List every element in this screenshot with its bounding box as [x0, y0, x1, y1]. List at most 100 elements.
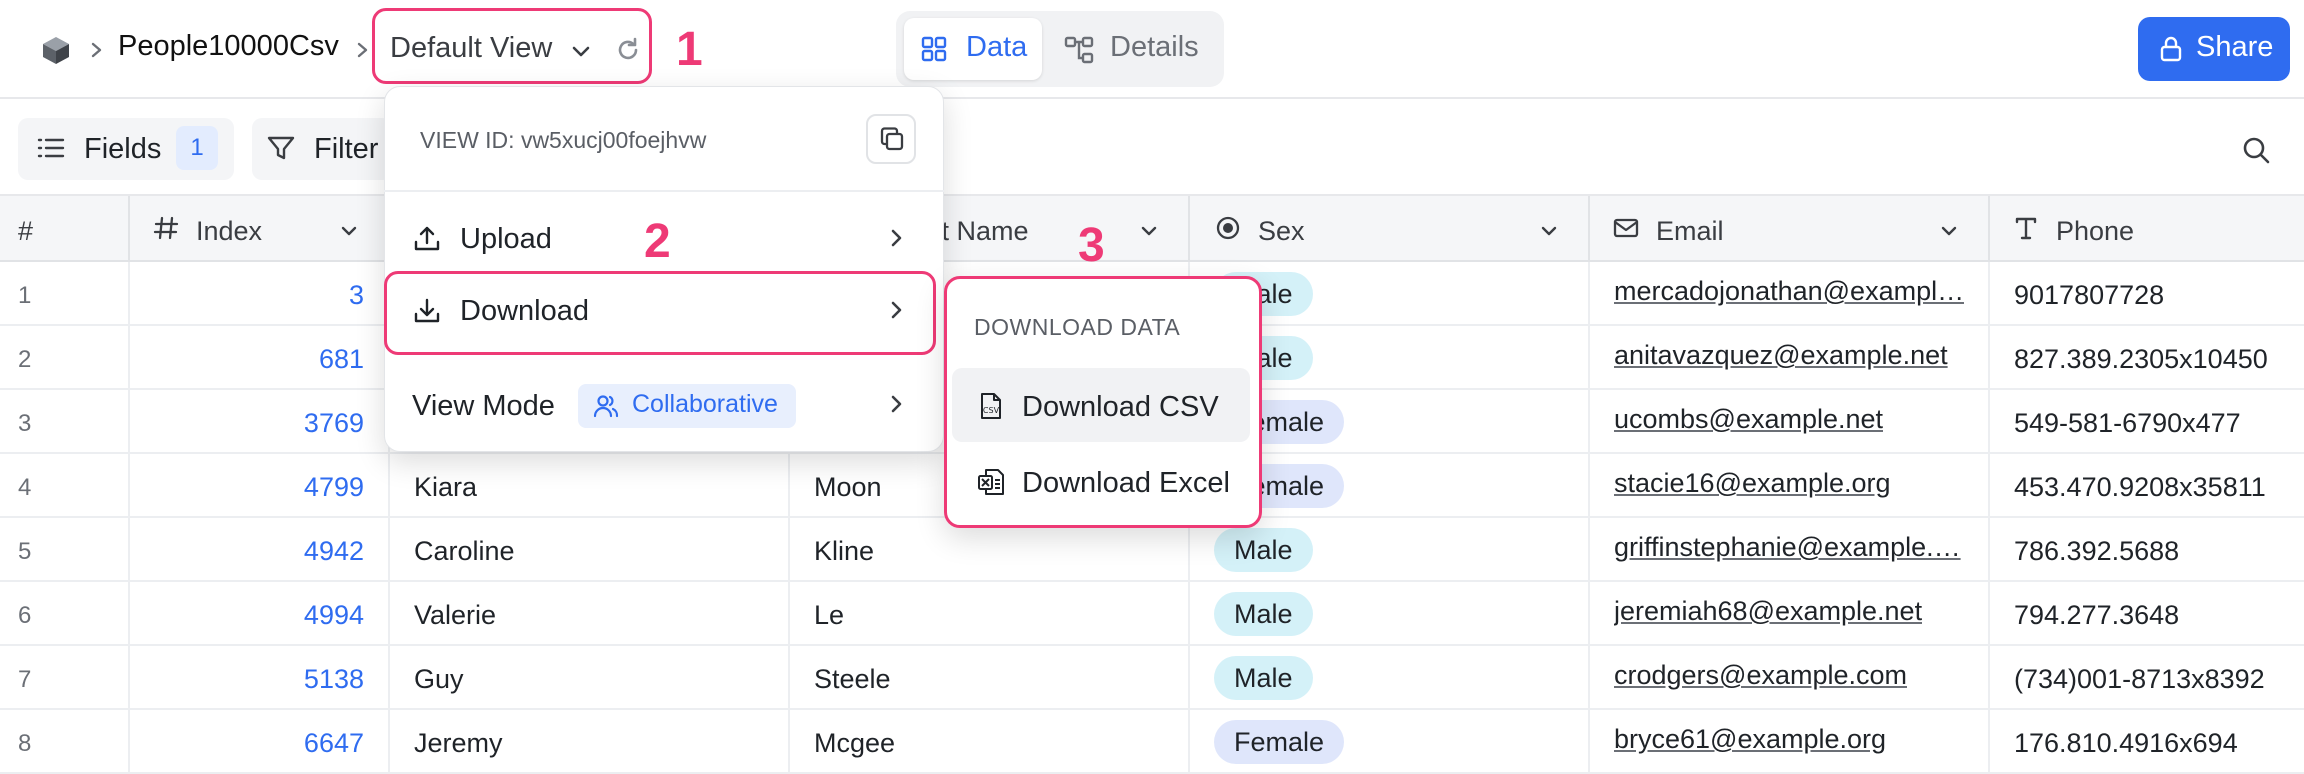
- phone-cell[interactable]: 794.277.3648: [2014, 600, 2179, 631]
- row-number-cell[interactable]: 6: [18, 602, 31, 630]
- index-cell[interactable]: 3769: [214, 408, 364, 439]
- download-csv-item[interactable]: Download CSV: [1022, 391, 1219, 424]
- first-name-cell[interactable]: Guy: [414, 664, 464, 695]
- tab-details-label[interactable]: Details: [1110, 31, 1199, 64]
- index-cell[interactable]: 681: [214, 344, 364, 375]
- column-header-email-label[interactable]: Email: [1656, 216, 1724, 247]
- upload-icon: [412, 224, 442, 254]
- index-cell[interactable]: 4942: [214, 536, 364, 567]
- copy-icon[interactable]: [877, 124, 907, 154]
- search-icon[interactable]: [2240, 134, 2272, 166]
- first-name-cell[interactable]: Kiara: [414, 472, 477, 503]
- email-cell[interactable]: mercadojonathan@exampl…: [1614, 276, 1964, 307]
- first-name-cell[interactable]: Caroline: [414, 536, 515, 567]
- row-number-cell[interactable]: 4: [18, 474, 31, 502]
- menu-divider: [384, 190, 944, 192]
- chevron-right-icon[interactable]: [884, 298, 908, 322]
- step-marker-3: 3: [1078, 219, 1105, 272]
- chevron-down-icon[interactable]: [338, 220, 360, 242]
- email-cell[interactable]: griffinstephanie@example.…: [1614, 532, 1961, 563]
- menu-item-upload[interactable]: Upload: [460, 223, 552, 256]
- download-excel-item[interactable]: Download Excel: [1022, 467, 1230, 500]
- first-name-cell[interactable]: Valerie: [414, 600, 496, 631]
- first-name-cell[interactable]: Jeremy: [414, 728, 503, 759]
- column-header-sex[interactable]: [1190, 196, 1590, 262]
- refresh-icon[interactable]: [614, 36, 642, 64]
- hash-icon: [152, 214, 180, 242]
- email-cell[interactable]: bryce61@example.org: [1614, 724, 1886, 755]
- download-submenu-title: DOWNLOAD DATA: [974, 314, 1181, 340]
- phone-cell[interactable]: 9017807728: [2014, 280, 2164, 311]
- phone-cell[interactable]: (734)001-8713x8392: [2014, 664, 2265, 695]
- column-header-index-label[interactable]: Index: [196, 216, 262, 247]
- index-cell[interactable]: 4994: [214, 600, 364, 631]
- excel-file-icon: [976, 467, 1006, 497]
- sex-badge[interactable]: Male: [1214, 656, 1313, 700]
- view-selector-label[interactable]: Default View: [390, 32, 552, 65]
- email-cell[interactable]: anitavazquez@example.net: [1614, 340, 1948, 371]
- email-cell[interactable]: ucombs@example.net: [1614, 404, 1883, 435]
- column-divider: [1988, 262, 1990, 774]
- chevron-down-icon[interactable]: [1138, 220, 1160, 242]
- column-header-phone-label[interactable]: Phone: [2056, 216, 2134, 247]
- column-header-number-label: #: [18, 216, 34, 246]
- csv-file-icon: CSV: [976, 391, 1006, 421]
- base-logo-icon[interactable]: [40, 34, 72, 66]
- mail-icon: [1612, 214, 1640, 242]
- last-name-cell[interactable]: Steele: [814, 664, 891, 695]
- step-marker-1: 1: [676, 23, 703, 76]
- filter-icon: [266, 134, 296, 162]
- email-cell[interactable]: stacie16@example.org: [1614, 468, 1891, 499]
- view-id-label: VIEW ID: vw5xucj00foejhvw: [420, 127, 707, 153]
- phone-cell[interactable]: 827.389.2305x10450: [2014, 344, 2268, 375]
- row-number-cell[interactable]: 7: [18, 666, 31, 694]
- sex-badge[interactable]: Female: [1214, 720, 1345, 764]
- last-name-cell[interactable]: Moon: [814, 472, 882, 503]
- chevron-right-icon[interactable]: [884, 392, 908, 416]
- step-marker-2: 2: [644, 215, 671, 268]
- phone-cell[interactable]: 549-581-6790x477: [2014, 408, 2241, 439]
- email-cell[interactable]: jeremiah68@example.net: [1614, 596, 1922, 627]
- index-cell[interactable]: 3: [214, 280, 364, 311]
- filter-button-label[interactable]: Filter: [314, 133, 378, 166]
- row-number-cell[interactable]: 3: [18, 410, 31, 438]
- last-name-cell[interactable]: Mcgee: [814, 728, 895, 759]
- phone-cell[interactable]: 176.810.4916x694: [2014, 728, 2238, 759]
- fields-count-badge: 1: [176, 126, 218, 170]
- last-name-cell[interactable]: Le: [814, 600, 844, 631]
- breadcrumb-table-name[interactable]: People10000Csv: [118, 30, 339, 63]
- index-cell[interactable]: 5138: [214, 664, 364, 695]
- email-cell[interactable]: crodgers@example.com: [1614, 660, 1907, 691]
- breadcrumb-chevron-icon: [86, 34, 108, 66]
- list-icon: [36, 134, 66, 162]
- menu-item-download[interactable]: Download: [460, 295, 589, 328]
- fields-button-label[interactable]: Fields: [84, 133, 161, 166]
- tab-data-label[interactable]: Data: [966, 31, 1027, 64]
- svg-text:CSV: CSV: [983, 406, 1000, 415]
- row-number-cell[interactable]: 8: [18, 730, 31, 758]
- lock-icon: [2158, 35, 2184, 63]
- phone-cell[interactable]: 453.470.9208x35811: [2014, 472, 2266, 503]
- chevron-down-icon[interactable]: [568, 38, 594, 64]
- sex-badge[interactable]: Male: [1214, 592, 1313, 636]
- column-header-email[interactable]: [1590, 196, 1990, 262]
- sex-badge[interactable]: Male: [1214, 528, 1313, 572]
- row-number-cell[interactable]: 2: [18, 346, 31, 374]
- view-mode-value: Collaborative: [632, 390, 778, 418]
- radio-icon: [1214, 214, 1242, 242]
- share-button-label[interactable]: Share: [2196, 31, 2273, 64]
- column-divider: [128, 262, 130, 774]
- phone-cell[interactable]: 786.392.5688: [2014, 536, 2179, 567]
- breadcrumb-chevron-icon: [352, 34, 374, 66]
- menu-item-view-mode[interactable]: View Mode: [412, 390, 555, 423]
- chevron-right-icon[interactable]: [884, 226, 908, 250]
- last-name-cell[interactable]: Kline: [814, 536, 874, 567]
- row-number-cell[interactable]: 1: [18, 282, 31, 310]
- hierarchy-icon: [1064, 35, 1094, 65]
- index-cell[interactable]: 4799: [214, 472, 364, 503]
- chevron-down-icon[interactable]: [1538, 220, 1560, 242]
- column-header-sex-label[interactable]: Sex: [1258, 216, 1305, 247]
- chevron-down-icon[interactable]: [1938, 220, 1960, 242]
- row-number-cell[interactable]: 5: [18, 538, 31, 566]
- index-cell[interactable]: 6647: [214, 728, 364, 759]
